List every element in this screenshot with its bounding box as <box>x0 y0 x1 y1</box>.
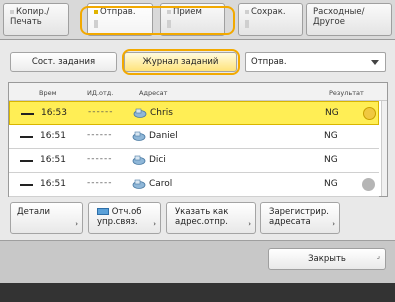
tab-copy-print[interactable]: Копир./ Печать <box>3 3 69 36</box>
table-header: Врем ИД.отд. Адресат Результат <box>9 83 387 101</box>
row-time: 16:53 <box>41 108 67 118</box>
job-type-dropdown[interactable]: Отправ. <box>245 52 386 72</box>
tab-label: Копир./ <box>16 7 50 17</box>
row-destination: Dici <box>149 155 166 165</box>
row-destination: Carol <box>149 179 173 189</box>
tab-label-line2: Печать <box>10 17 42 27</box>
chevron-right-icon: › <box>248 220 251 228</box>
header-result: Результат <box>329 89 364 97</box>
corner-arrow-icon: ⌟ <box>376 252 380 260</box>
chevron-right-icon: › <box>332 220 335 228</box>
tab-store[interactable]: Сохрак. <box>238 3 303 36</box>
row-destination: Daniel <box>149 131 178 141</box>
chevron-down-icon <box>371 60 379 65</box>
details-label: Детали <box>17 207 50 217</box>
tab-sub-indicator-icon <box>245 20 249 28</box>
report-icon <box>97 208 109 215</box>
job-log-screen: Копир./ Печать Отправ. Прием Сохрак. Рас… <box>0 0 395 283</box>
row-result: NG <box>324 131 338 141</box>
table-row[interactable]: 16:51 ------ Carol NG <box>9 173 379 197</box>
status-dash-icon <box>21 113 34 115</box>
row-job-id: ------ <box>87 178 113 188</box>
fax-destination-icon <box>133 108 147 118</box>
row-destination: Chris <box>150 108 173 118</box>
status-dash-icon <box>20 136 33 138</box>
close-button[interactable]: Закрыть ⌟ <box>268 248 386 270</box>
fax-destination-icon <box>132 155 146 165</box>
table-scrollbar[interactable] <box>381 101 387 196</box>
table-row[interactable]: 16:53 ------ Chris NG <box>9 101 379 125</box>
fax-destination-icon <box>132 179 146 189</box>
status-dash-icon <box>20 160 33 162</box>
row-job-id: ------ <box>87 154 113 164</box>
highlight-frame-log <box>122 49 240 75</box>
register-label: Зарегистрир. <box>269 207 329 217</box>
row-job-id: ------ <box>88 107 114 117</box>
chevron-right-icon: › <box>153 220 156 228</box>
row-time: 16:51 <box>40 155 66 165</box>
job-status-button[interactable]: Сост. задания <box>10 52 117 72</box>
bottom-strip <box>0 283 395 302</box>
specify-label-line2: адрес.отпр. <box>175 217 228 227</box>
tab-indicator-icon <box>10 9 14 14</box>
status-dash-icon <box>20 184 33 186</box>
row-time: 16:51 <box>40 131 66 141</box>
header-time: Врем <box>39 89 57 97</box>
row-time: 16:51 <box>40 179 66 189</box>
result-circle-icon <box>363 107 376 120</box>
comm-report-label-line2: упр.связ. <box>97 217 138 227</box>
header-destination: Адресат <box>139 89 168 97</box>
register-label-line2: адресата <box>269 217 311 227</box>
comm-report-button[interactable]: Отч.об упр.связ. › <box>88 202 161 234</box>
row-result: NG <box>324 155 338 165</box>
row-result: NG <box>324 179 338 189</box>
row-job-id: ------ <box>87 130 113 140</box>
tab-indicator-icon <box>245 9 249 14</box>
header-job-id: ИД.отд. <box>87 89 114 97</box>
comm-report-label: Отч.об <box>111 207 142 217</box>
table-row[interactable]: 16:51 ------ Dici NG <box>9 149 379 173</box>
tab-label: Расходные/ <box>313 7 365 17</box>
fax-destination-icon <box>132 131 146 141</box>
function-tab-bar: Копир./ Печать Отправ. Прием Сохрак. Рас… <box>0 0 395 40</box>
highlight-frame-tabs <box>80 6 235 35</box>
details-button[interactable]: Детали › <box>10 202 83 234</box>
close-label: Закрыть <box>308 254 346 264</box>
tab-consumables-other[interactable]: Расходные/ Другое <box>306 3 392 36</box>
table-row[interactable]: 16:51 ------ Daniel NG <box>9 125 379 149</box>
specify-as-sender-button[interactable]: Указать как адрес.отпр. › <box>166 202 256 234</box>
chevron-right-icon: › <box>75 220 78 228</box>
register-destination-button[interactable]: Зарегистрир. адресата › <box>260 202 340 234</box>
result-circle-icon <box>362 178 375 191</box>
dropdown-value: Отправ. <box>251 57 287 67</box>
job-log-table: Врем ИД.отд. Адресат Результат 16:53 ---… <box>8 82 388 197</box>
specify-label: Указать как <box>175 207 229 217</box>
tab-label: Сохрак. <box>251 7 286 17</box>
tab-label-line2: Другое <box>313 17 345 27</box>
row-result: NG <box>325 108 339 118</box>
